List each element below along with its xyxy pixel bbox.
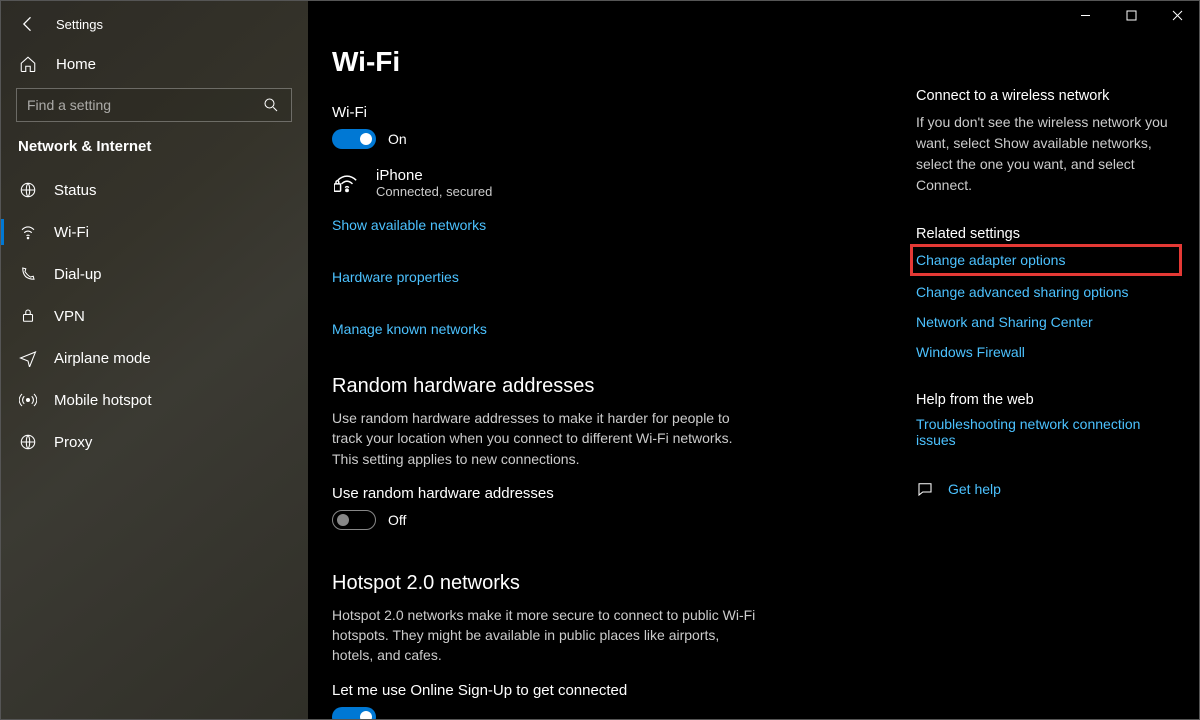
help-heading: Help from the web — [916, 392, 1176, 408]
sidebar-item-status[interactable]: Status — [0, 169, 308, 211]
sidebar-item-label: Status — [54, 182, 97, 199]
hotspot20-toggle[interactable] — [332, 707, 376, 720]
hotspot-icon — [18, 390, 38, 410]
sidebar-home-label: Home — [56, 56, 96, 73]
back-button[interactable] — [18, 14, 38, 34]
hardware-properties-link[interactable]: Hardware properties — [332, 269, 892, 285]
wifi-icon — [18, 222, 38, 242]
globe-icon — [18, 180, 38, 200]
manage-known-networks-link[interactable]: Manage known networks — [332, 321, 892, 337]
network-status: Connected, secured — [376, 184, 492, 199]
sidebar-list: Status Wi-Fi Dial-up VPN Airplane mode M… — [0, 169, 308, 463]
page-title: Wi-Fi — [332, 46, 892, 78]
random-hw-heading: Random hardware addresses — [332, 375, 892, 398]
chat-icon — [916, 480, 934, 498]
sidebar-item-vpn[interactable]: VPN — [0, 295, 308, 337]
hotspot20-heading: Hotspot 2.0 networks — [332, 572, 892, 595]
sidebar-item-label: Dial-up — [54, 266, 102, 283]
troubleshoot-link[interactable]: Troubleshooting network connection issue… — [916, 416, 1176, 448]
sidebar-item-dialup[interactable]: Dial-up — [0, 253, 308, 295]
aside-column: Connect to a wireless network If you don… — [916, 46, 1176, 720]
content-column: Wi-Fi Wi-Fi On iPhone Connected, secured… — [332, 46, 916, 720]
settings-search-input[interactable] — [27, 97, 261, 113]
change-advanced-sharing-link[interactable]: Change advanced sharing options — [916, 284, 1176, 300]
get-help-label: Get help — [948, 481, 1001, 497]
minimize-button[interactable] — [1062, 0, 1108, 30]
wifi-secured-icon — [332, 172, 362, 194]
get-help-row[interactable]: Get help — [916, 480, 1176, 498]
connect-text: If you don't see the wireless network yo… — [916, 112, 1176, 196]
close-button[interactable] — [1154, 0, 1200, 30]
settings-search[interactable] — [16, 88, 292, 122]
maximize-button[interactable] — [1108, 0, 1154, 30]
random-hw-desc: Use random hardware addresses to make it… — [332, 408, 762, 469]
wifi-toggle-state: On — [388, 131, 407, 147]
vpn-icon — [18, 306, 38, 326]
random-hw-state: Off — [388, 512, 406, 528]
change-adapter-options-link[interactable]: Change adapter options — [916, 250, 1176, 270]
sidebar-item-label: Mobile hotspot — [54, 392, 152, 409]
home-icon — [18, 54, 38, 74]
random-hw-label: Use random hardware addresses — [332, 485, 892, 502]
sidebar-category: Network & Internet — [0, 138, 308, 169]
sidebar-item-label: Proxy — [54, 434, 92, 451]
window-title: Settings — [56, 17, 103, 32]
search-icon — [261, 95, 281, 115]
sidebar-item-label: Wi-Fi — [54, 224, 89, 241]
sidebar-item-wifi[interactable]: Wi-Fi — [0, 211, 308, 253]
wifi-label: Wi-Fi — [332, 104, 892, 121]
network-name: iPhone — [376, 167, 492, 184]
main-panel: Wi-Fi Wi-Fi On iPhone Connected, secured… — [308, 0, 1200, 720]
random-hw-toggle[interactable] — [332, 510, 376, 530]
show-available-networks-link[interactable]: Show available networks — [332, 217, 892, 233]
hotspot20-label: Let me use Online Sign-Up to get connect… — [332, 682, 892, 699]
sidebar: Settings Home Network & Internet Status … — [0, 0, 308, 720]
related-heading: Related settings — [916, 226, 1176, 242]
sidebar-home[interactable]: Home — [0, 44, 308, 88]
sidebar-item-hotspot[interactable]: Mobile hotspot — [0, 379, 308, 421]
sidebar-item-proxy[interactable]: Proxy — [0, 421, 308, 463]
current-network[interactable]: iPhone Connected, secured — [332, 167, 892, 199]
sidebar-item-airplane[interactable]: Airplane mode — [0, 337, 308, 379]
sidebar-item-label: Airplane mode — [54, 350, 151, 367]
dialup-icon — [18, 264, 38, 284]
hotspot20-desc: Hotspot 2.0 networks make it more secure… — [332, 605, 762, 666]
windows-firewall-link[interactable]: Windows Firewall — [916, 344, 1176, 360]
sidebar-item-label: VPN — [54, 308, 85, 325]
airplane-icon — [18, 348, 38, 368]
window-controls — [1062, 0, 1200, 30]
network-sharing-center-link[interactable]: Network and Sharing Center — [916, 314, 1176, 330]
connect-heading: Connect to a wireless network — [916, 88, 1176, 104]
proxy-icon — [18, 432, 38, 452]
wifi-toggle[interactable] — [332, 129, 376, 149]
